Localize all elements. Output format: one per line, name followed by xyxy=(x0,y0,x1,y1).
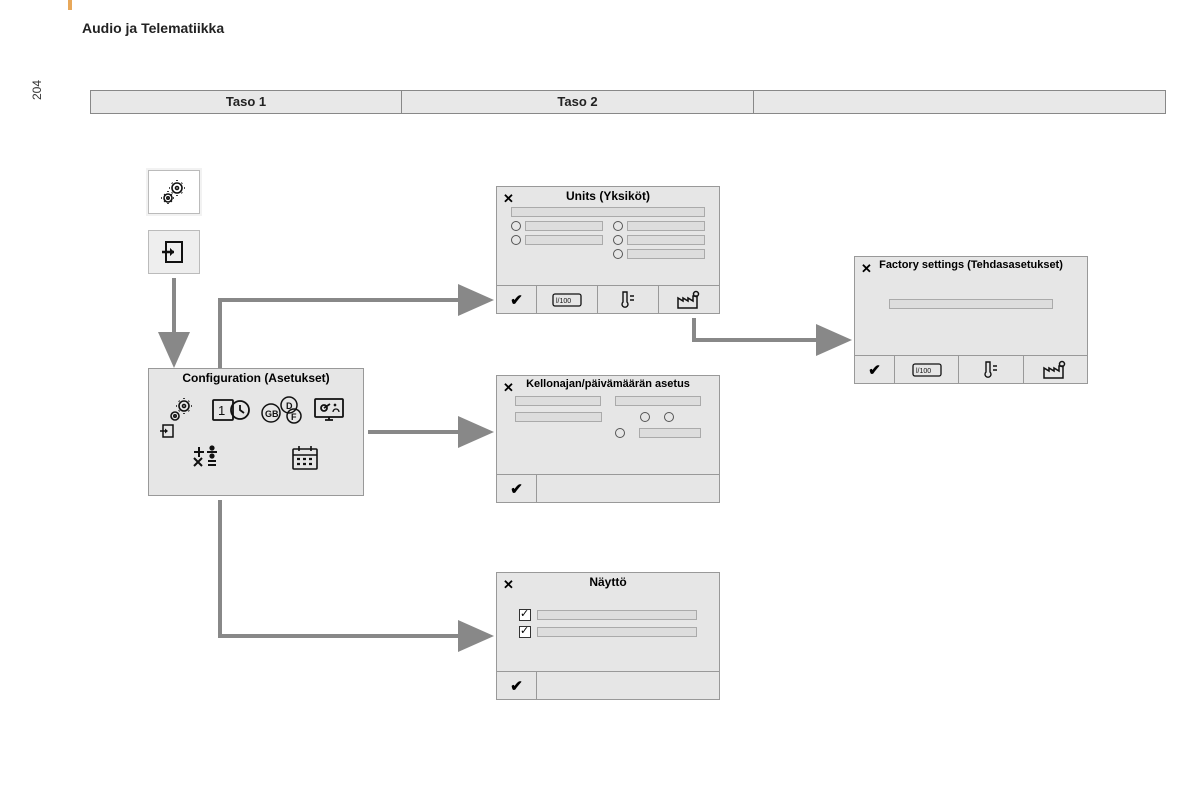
temperature-icon xyxy=(978,360,1004,380)
mpg-button[interactable]: l/100 xyxy=(537,286,598,313)
factory-icon xyxy=(676,290,702,310)
page-number: 204 xyxy=(30,80,44,100)
configuration-title: Configuration (Asetukset) xyxy=(149,369,363,387)
field-bar xyxy=(525,221,603,231)
factory-icon xyxy=(1042,360,1068,380)
field-bar xyxy=(525,235,603,245)
temperature-icon xyxy=(615,290,641,310)
confirm-button[interactable]: ✔ xyxy=(497,475,537,502)
datetime-panel[interactable]: ✕ Kellonajan/päivämäärän asetus ✔ xyxy=(496,375,720,503)
display-title: Näyttö xyxy=(497,573,719,591)
gear-icon xyxy=(159,177,189,207)
svg-text:GB: GB xyxy=(265,409,279,419)
field-bar xyxy=(627,221,705,231)
units-footer: ✔ l/100 xyxy=(497,285,719,313)
config-units-icon[interactable] xyxy=(183,441,229,475)
radio-icon[interactable] xyxy=(511,235,521,245)
settings-icon-button[interactable] xyxy=(148,170,200,214)
checkbox-row[interactable] xyxy=(511,609,705,621)
radio-icon[interactable] xyxy=(615,428,625,438)
config-datetime-icon[interactable]: 1 xyxy=(208,393,254,427)
svg-text:1: 1 xyxy=(218,403,225,418)
check-icon: ✔ xyxy=(510,677,523,695)
factory-panel[interactable]: ✕ Factory settings (Tehdasasetukset) ✔ l… xyxy=(854,256,1088,384)
svg-text:F: F xyxy=(291,412,297,422)
level-2-header: Taso 2 xyxy=(402,90,754,114)
field-bar xyxy=(627,249,705,259)
close-icon[interactable]: ✕ xyxy=(861,261,872,277)
configuration-panel[interactable]: Configuration (Asetukset) 1 GBDF xyxy=(148,368,364,496)
field-bar xyxy=(627,235,705,245)
close-icon[interactable]: ✕ xyxy=(503,577,514,593)
level-header: Taso 1 Taso 2 xyxy=(90,90,1166,114)
calendar-clock-icon: 1 xyxy=(211,396,251,424)
radio-icon[interactable] xyxy=(613,235,623,245)
config-display-icon[interactable] xyxy=(308,393,354,427)
factory-nav-button[interactable] xyxy=(659,286,719,313)
radio-icon[interactable] xyxy=(613,221,623,231)
configuration-icon-grid: 1 GBDF xyxy=(156,393,356,475)
radio-icon[interactable] xyxy=(511,221,521,231)
check-icon: ✔ xyxy=(510,291,523,309)
check-icon: ✔ xyxy=(510,480,523,498)
units-panel[interactable]: ✕ Units (Yksiköt) ✔ l/100 xyxy=(496,186,720,314)
config-language-icon[interactable]: GBDF xyxy=(258,393,304,427)
field-bar xyxy=(537,627,697,637)
mpg-icon: l/100 xyxy=(912,361,942,379)
field-bar xyxy=(537,610,697,620)
temperature-button[interactable] xyxy=(959,356,1023,383)
svg-text:l/100: l/100 xyxy=(916,368,931,375)
display-footer: ✔ xyxy=(497,671,719,699)
exit-icon xyxy=(160,238,188,266)
confirm-button[interactable]: ✔ xyxy=(497,672,537,699)
factory-footer: ✔ l/100 xyxy=(855,355,1087,383)
monitor-icon xyxy=(312,396,350,424)
factory-button[interactable] xyxy=(1024,356,1087,383)
datetime-footer: ✔ xyxy=(497,474,719,502)
calendar-icon xyxy=(290,444,322,472)
field-bar xyxy=(515,396,601,406)
radio-icon[interactable] xyxy=(640,412,650,422)
exit-small-icon xyxy=(159,423,175,444)
level-1-header: Taso 1 xyxy=(90,90,402,114)
field-bar xyxy=(511,207,705,217)
level-3-header xyxy=(754,90,1166,114)
exit-icon-button[interactable] xyxy=(148,230,200,274)
check-icon: ✔ xyxy=(868,361,881,379)
field-bar xyxy=(639,428,701,438)
units-title: Units (Yksiköt) xyxy=(497,187,719,205)
datetime-title: Kellonajan/päivämäärän asetus xyxy=(497,376,719,392)
page-title: Audio ja Telematiikka xyxy=(82,20,224,36)
checkbox-icon xyxy=(519,626,531,638)
checkbox-icon xyxy=(519,609,531,621)
gear-icon xyxy=(164,395,198,425)
footer-spacer xyxy=(537,672,719,699)
footer-spacer xyxy=(537,475,719,502)
confirm-button[interactable]: ✔ xyxy=(497,286,537,313)
svg-text:l/100: l/100 xyxy=(556,298,571,305)
close-icon[interactable]: ✕ xyxy=(503,191,514,207)
checkbox-row[interactable] xyxy=(511,626,705,638)
confirm-button[interactable]: ✔ xyxy=(855,356,895,383)
margin-accent xyxy=(68,0,72,10)
math-ops-icon xyxy=(190,444,222,472)
config-calendar-icon[interactable] xyxy=(283,441,329,475)
temperature-button[interactable] xyxy=(598,286,659,313)
mpg-button[interactable]: l/100 xyxy=(895,356,959,383)
mpg-icon: l/100 xyxy=(552,291,582,309)
factory-title: Factory settings (Tehdasasetukset) xyxy=(855,257,1087,273)
display-panel[interactable]: ✕ Näyttö ✔ xyxy=(496,572,720,700)
radio-icon[interactable] xyxy=(613,249,623,259)
radio-icon[interactable] xyxy=(664,412,674,422)
field-bar xyxy=(615,396,701,406)
field-bar xyxy=(515,412,602,422)
field-bar xyxy=(889,299,1053,309)
config-gear-icon[interactable] xyxy=(158,393,204,427)
close-icon[interactable]: ✕ xyxy=(503,380,514,396)
language-icon: GBDF xyxy=(260,395,302,425)
